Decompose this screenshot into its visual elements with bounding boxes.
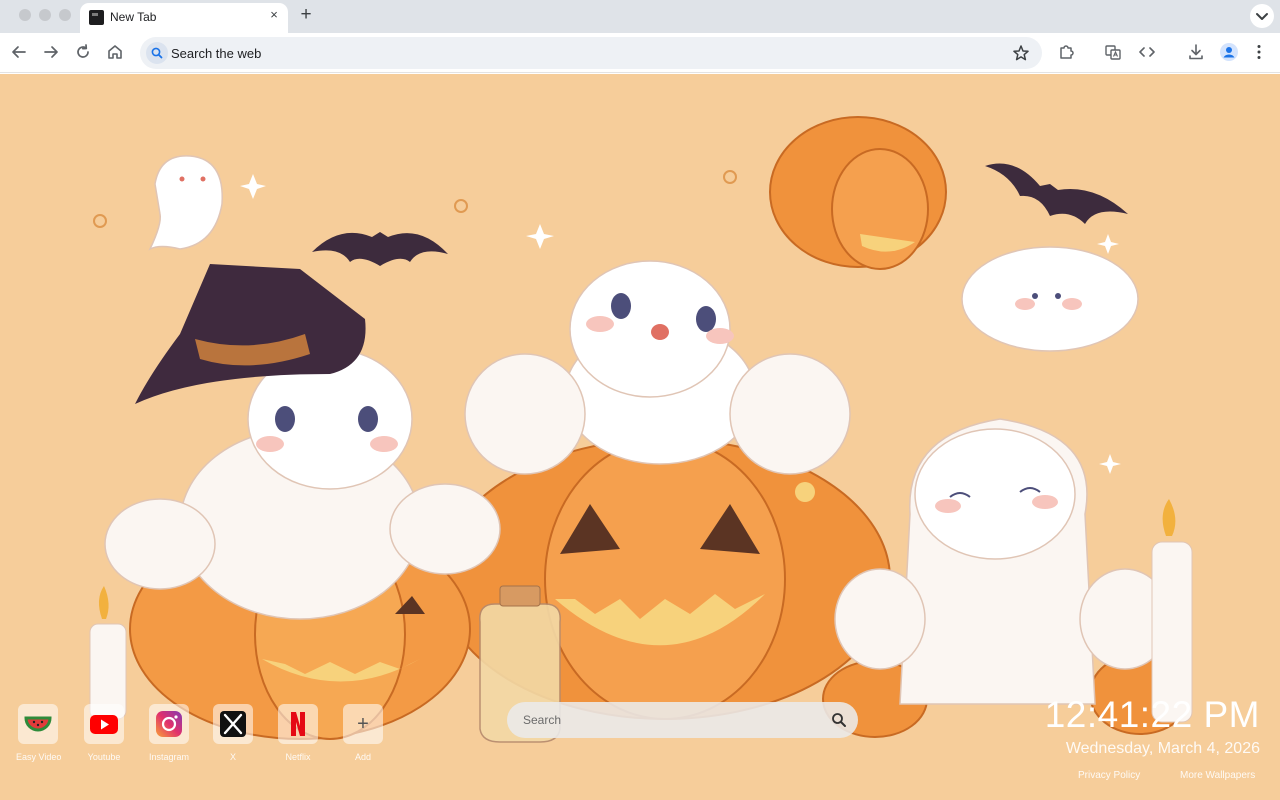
shortcut-tile xyxy=(213,704,253,744)
shortcut-x[interactable]: X xyxy=(211,704,255,762)
address-bar[interactable]: Search the web xyxy=(140,37,1042,69)
profile-button[interactable] xyxy=(1218,41,1240,63)
translate-icon xyxy=(1105,45,1121,60)
clock-date: Wednesday, March 4, 2026 xyxy=(1065,740,1260,757)
tab-strip: New Tab × + xyxy=(0,0,1280,33)
bunny-center xyxy=(464,260,851,475)
minimize-window-button[interactable] xyxy=(39,9,51,21)
translate-button[interactable] xyxy=(1102,41,1124,63)
youtube-icon xyxy=(90,715,118,734)
new-tab-page: Easy Video Youtube Instagram X Netflix +… xyxy=(0,74,1280,800)
arrow-left-icon xyxy=(12,46,26,58)
shortcut-tile xyxy=(149,704,189,744)
arrow-right-icon xyxy=(44,46,58,58)
search-icon[interactable] xyxy=(830,711,848,729)
new-tab-button[interactable]: + xyxy=(296,5,316,25)
shortcut-label: Netflix xyxy=(285,752,311,762)
avatar-icon xyxy=(1220,43,1238,61)
shortcut-instagram[interactable]: Instagram xyxy=(147,704,191,762)
puzzle-icon xyxy=(1060,45,1074,59)
code-icon xyxy=(1139,47,1155,57)
shortcut-label: Add xyxy=(354,752,371,762)
x-logo-icon xyxy=(220,711,246,737)
shortcut-add[interactable]: + Add xyxy=(341,704,385,762)
home-icon xyxy=(108,45,122,59)
shortcut-label: Easy Video xyxy=(16,752,62,762)
search-icon xyxy=(146,42,168,64)
halloween-bunny-wallpaper xyxy=(89,116,1193,743)
reload-button[interactable] xyxy=(72,41,94,63)
clock-time: 12:41:22 PM xyxy=(1044,694,1260,735)
ghost-small xyxy=(148,155,223,251)
reload-icon xyxy=(77,44,89,58)
browser-toolbar: Search the web xyxy=(0,33,1280,73)
tab-title: New Tab xyxy=(110,10,157,24)
close-tab-icon[interactable]: × xyxy=(266,7,282,23)
shortcut-youtube[interactable]: Youtube xyxy=(82,704,126,762)
more-wallpapers-link[interactable]: More Wallpapers xyxy=(1180,770,1255,781)
bunny-witch xyxy=(104,264,501,620)
more-vertical-icon xyxy=(1257,45,1261,59)
shortcut-netflix[interactable]: Netflix xyxy=(276,704,320,762)
extensions-button[interactable] xyxy=(1055,41,1077,63)
new-tab-favicon-icon xyxy=(89,10,104,25)
maximize-window-button[interactable] xyxy=(59,9,71,21)
netflix-icon xyxy=(291,712,305,736)
devtools-button[interactable] xyxy=(1136,41,1158,63)
address-bar-text: Search the web xyxy=(171,46,262,61)
watermelon-icon xyxy=(24,716,52,732)
privacy-policy-link[interactable]: Privacy Policy xyxy=(1078,770,1140,781)
search-placeholder: Search xyxy=(523,713,562,727)
close-window-button[interactable] xyxy=(19,9,31,21)
shortcut-tile xyxy=(18,704,58,744)
search-input[interactable]: Search xyxy=(507,702,858,738)
instagram-icon xyxy=(156,711,182,737)
bat-right xyxy=(985,163,1128,224)
tab-search-button[interactable] xyxy=(1250,4,1274,28)
menu-button[interactable] xyxy=(1248,41,1270,63)
shortcut-label: X xyxy=(229,752,236,762)
downloads-button[interactable] xyxy=(1185,41,1207,63)
shortcut-easy-video[interactable]: Easy Video xyxy=(16,704,62,762)
shortcut-label: Youtube xyxy=(87,752,121,762)
forward-button[interactable] xyxy=(40,41,62,63)
shortcut-tile xyxy=(278,704,318,744)
download-icon xyxy=(1189,44,1203,60)
home-button[interactable] xyxy=(104,41,126,63)
shortcut-tile xyxy=(84,704,124,744)
bat-left xyxy=(312,232,448,266)
tab-new-tab[interactable]: New Tab × xyxy=(80,3,288,33)
back-button[interactable] xyxy=(8,41,30,63)
bookmark-star-icon[interactable] xyxy=(1010,42,1032,64)
chevron-down-icon xyxy=(1256,13,1268,20)
ghost-bunny-floating xyxy=(961,246,1139,352)
shortcut-label: Instagram xyxy=(148,752,190,762)
add-shortcut-icon: + xyxy=(343,704,383,744)
